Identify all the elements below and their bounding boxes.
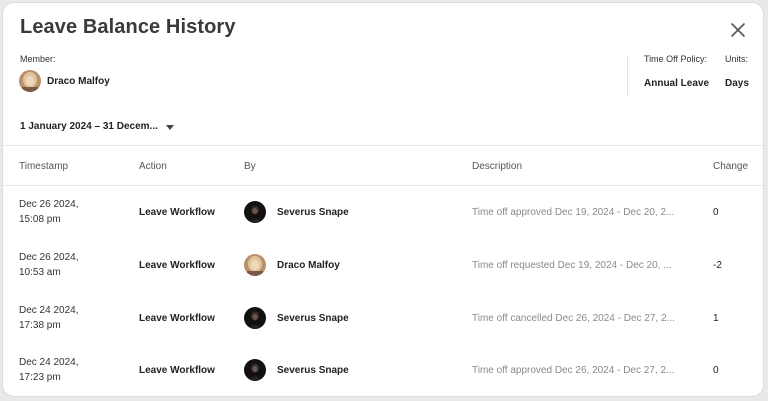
action-cell: Leave Workflow	[139, 365, 215, 376]
by-name: Draco Malfoy	[277, 259, 340, 271]
timestamp-date: Dec 24 2024,	[19, 357, 79, 368]
avatar	[244, 201, 266, 223]
action-cell: Leave Workflow	[139, 207, 215, 218]
units-label: Units:	[725, 54, 749, 64]
by-cell: Draco Malfoy	[244, 254, 340, 276]
by-name: Severus Snape	[277, 364, 349, 376]
member-info: Draco Malfoy	[19, 70, 110, 92]
table-top-divider	[3, 145, 763, 146]
change-cell: 1	[713, 313, 719, 324]
time-off-policy-label: Time Off Policy:	[644, 54, 708, 64]
description-cell: Time off approved Dec 19, 2024 - Dec 20,…	[472, 207, 675, 218]
leave-balance-history-modal: Leave Balance History Member: Draco Malf…	[2, 2, 764, 397]
timestamp-cell: Dec 26 2024, 15:08 pm	[19, 197, 79, 227]
description-cell: Time off approved Dec 26, 2024 - Dec 27,…	[472, 365, 675, 376]
by-cell: Severus Snape	[244, 359, 349, 381]
avatar	[244, 254, 266, 276]
description-cell: Time off requested Dec 19, 2024 - Dec 20…	[472, 260, 672, 271]
header-change: Change	[713, 161, 749, 172]
header-divider	[627, 56, 628, 96]
change-cell: 0	[713, 365, 719, 376]
time-off-policy-value: Annual Leave	[644, 78, 710, 89]
timestamp-cell: Dec 26 2024, 10:53 am	[19, 250, 79, 280]
action-cell: Leave Workflow	[139, 313, 215, 324]
timestamp-time: 15:08 pm	[19, 214, 61, 225]
timestamp-time: 17:23 pm	[19, 372, 61, 383]
table-row[interactable]: Dec 24 2024, 17:23 pm Leave Workflow Sev…	[3, 351, 763, 396]
header-description: Description	[472, 161, 523, 172]
timestamp-date: Dec 26 2024,	[19, 252, 79, 263]
by-name: Severus Snape	[277, 312, 349, 324]
close-icon[interactable]	[728, 20, 748, 40]
change-cell: -2	[713, 260, 722, 271]
table-row[interactable]: Dec 26 2024, 15:08 pm Leave Workflow Sev…	[3, 193, 763, 245]
modal-title: Leave Balance History	[20, 16, 236, 38]
by-name: Severus Snape	[277, 206, 349, 218]
avatar	[244, 307, 266, 329]
by-cell: Severus Snape	[244, 201, 349, 223]
table-row[interactable]: Dec 26 2024, 10:53 am Leave Workflow Dra…	[3, 246, 763, 298]
date-range-dropdown[interactable]: 1 January 2024 – 31 Decem...	[20, 121, 174, 132]
description-cell: Time off cancelled Dec 26, 2024 - Dec 27…	[472, 313, 675, 324]
timestamp-date: Dec 24 2024,	[19, 305, 79, 316]
timestamp-cell: Dec 24 2024, 17:38 pm	[19, 303, 79, 333]
member-label: Member:	[20, 54, 56, 64]
table-header-divider	[3, 185, 763, 186]
chevron-down-icon	[165, 125, 174, 130]
table-row[interactable]: Dec 24 2024, 17:38 pm Leave Workflow Sev…	[3, 299, 763, 351]
change-cell: 0	[713, 207, 719, 218]
timestamp-date: Dec 26 2024,	[19, 199, 79, 210]
header-action: Action	[139, 161, 167, 172]
timestamp-time: 17:38 pm	[19, 320, 61, 331]
member-name: Draco Malfoy	[47, 75, 110, 87]
units-value: Days	[725, 78, 749, 89]
timestamp-time: 10:53 am	[19, 267, 61, 278]
header-timestamp: Timestamp	[19, 161, 69, 172]
action-cell: Leave Workflow	[139, 260, 215, 271]
by-cell: Severus Snape	[244, 307, 349, 329]
date-range-value: 1 January 2024 – 31 Decem...	[20, 121, 158, 132]
avatar	[244, 359, 266, 381]
header-by: By	[244, 161, 256, 172]
timestamp-cell: Dec 24 2024, 17:23 pm	[19, 355, 79, 385]
avatar	[19, 70, 41, 92]
